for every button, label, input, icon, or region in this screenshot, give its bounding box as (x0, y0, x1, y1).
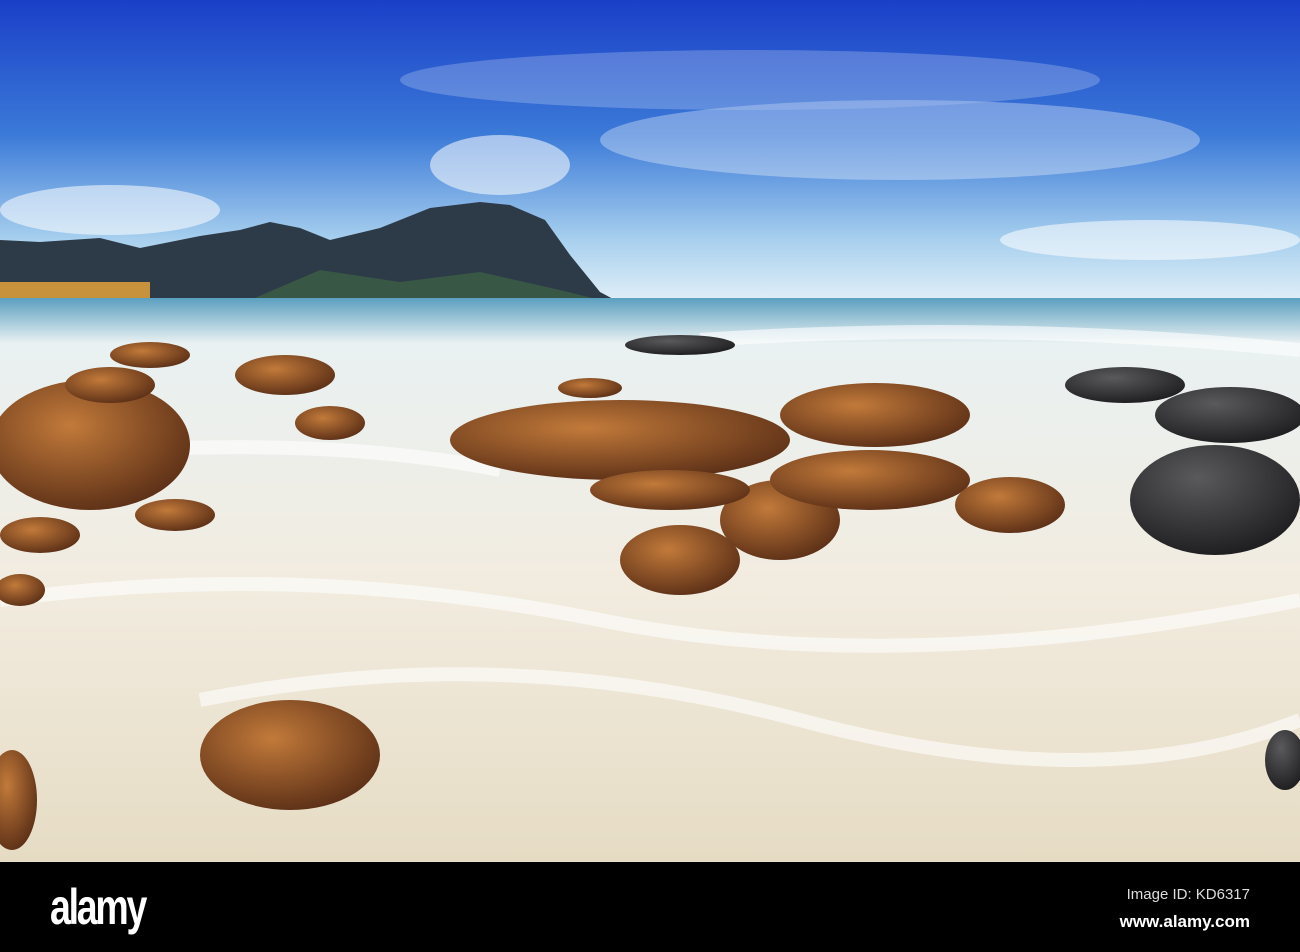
beach-photo (0, 0, 1300, 862)
site-url[interactable]: www.alamy.com (1120, 912, 1250, 932)
image-id: Image ID: KD6317 (1126, 886, 1250, 903)
footer-bar: alamy Image ID: KD6317 www.alamy.com (0, 862, 1300, 952)
alamy-logo[interactable]: alamy (50, 878, 147, 936)
